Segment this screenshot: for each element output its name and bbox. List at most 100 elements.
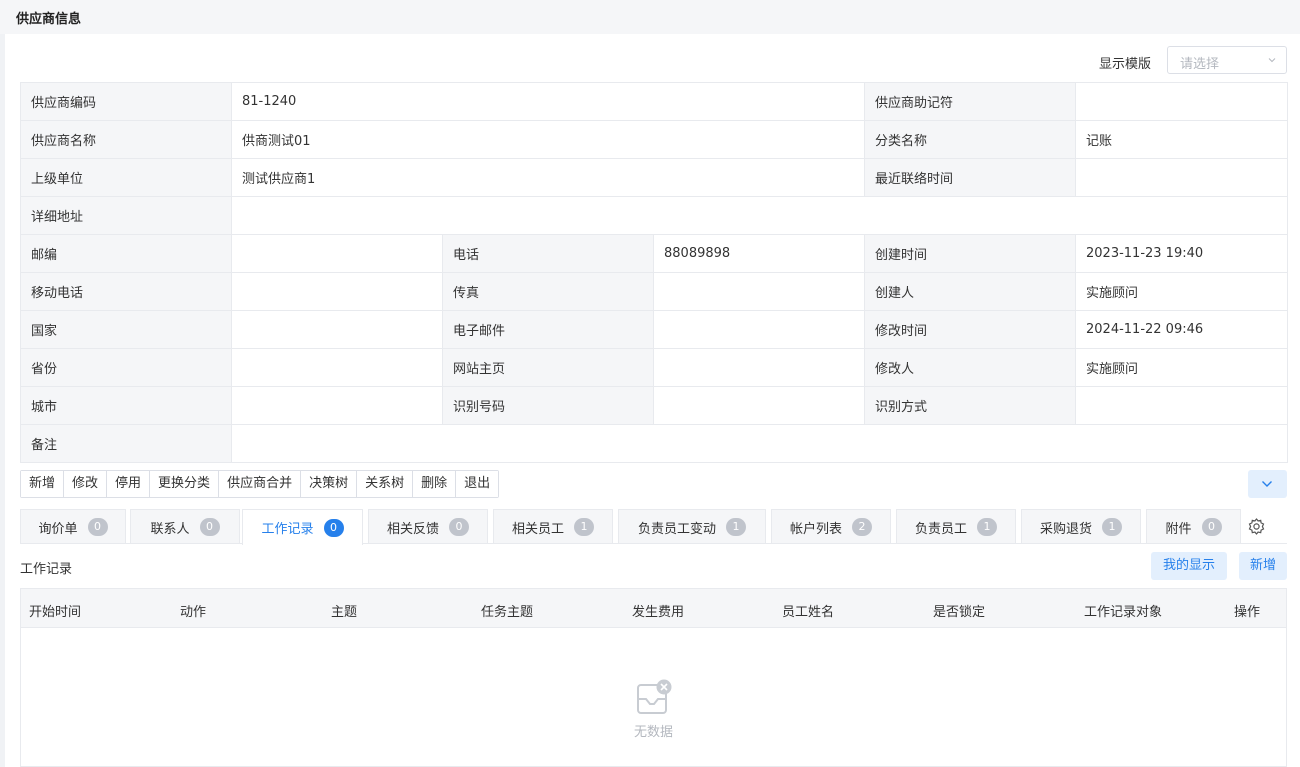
column-header[interactable]: 开始时间 bbox=[29, 601, 81, 620]
tab-label: 询价单 bbox=[38, 521, 78, 537]
supplier-code-value: 81-1240 bbox=[231, 82, 865, 121]
tab-count-badge: 0 bbox=[323, 518, 344, 537]
tab-feedback[interactable]: 相关反馈 0 bbox=[368, 509, 488, 544]
creator-label: 创建人 bbox=[864, 272, 1076, 311]
supplier-name-label: 供应商名称 bbox=[20, 120, 232, 159]
edit-button[interactable]: 修改 bbox=[64, 471, 108, 497]
phone-label: 电话 bbox=[442, 234, 654, 273]
tab-count-badge: 0 bbox=[1201, 518, 1222, 536]
modified-value: 2024-11-22 09:46 bbox=[1075, 310, 1288, 349]
supplier-info-table: 供应商编码 81-1240 供应商助记符 供应商名称 供商测试01 分类名称 记… bbox=[20, 82, 1288, 463]
city-label: 城市 bbox=[20, 386, 232, 425]
website-value bbox=[653, 348, 865, 387]
tab-count-badge: 0 bbox=[199, 518, 220, 536]
detail-tabs: 询价单 0 联系人 0 工作记录 0 相关反馈 0 相关员工 1 负责员工变动 1 帐户列表… bbox=[20, 509, 1287, 545]
tab-label: 负责员工 bbox=[914, 521, 967, 537]
creator-value: 实施顾问 bbox=[1075, 272, 1288, 311]
supplier-code-label: 供应商编码 bbox=[20, 82, 232, 121]
main-panel: 显示模版 请选择 供应商编码 81-1240 供应商助记符 供应商名称 供商测试… bbox=[5, 34, 1300, 767]
page-header: 供应商信息 bbox=[0, 0, 1300, 34]
decision-tree-button[interactable]: 决策树 bbox=[301, 471, 358, 497]
fax-value bbox=[653, 272, 865, 311]
action-toolbar: 新增 修改 停用 更换分类 供应商合并 决策树 关系树 删除 退出 bbox=[20, 470, 500, 498]
email-label: 电子邮件 bbox=[442, 310, 654, 349]
empty-state: 无数据 bbox=[21, 679, 1286, 740]
collapse-button[interactable] bbox=[1248, 470, 1287, 498]
remark-value bbox=[231, 424, 1288, 463]
merge-supplier-button[interactable]: 供应商合并 bbox=[219, 471, 302, 497]
id-method-label: 识别方式 bbox=[864, 386, 1076, 425]
add-button[interactable]: 新增 bbox=[21, 471, 65, 497]
tab-contacts[interactable]: 联系人 0 bbox=[130, 509, 240, 544]
template-select[interactable]: 请选择 bbox=[1167, 46, 1287, 74]
column-header[interactable]: 员工姓名 bbox=[782, 601, 834, 620]
remark-label: 备注 bbox=[20, 424, 232, 463]
address-label: 详细地址 bbox=[20, 196, 232, 235]
mnemonic-value bbox=[1075, 82, 1288, 121]
tab-label: 相关反馈 bbox=[386, 521, 439, 537]
id-number-value bbox=[653, 386, 865, 425]
fax-label: 传真 bbox=[442, 272, 654, 311]
tab-responsible-staff[interactable]: 负责员工 1 bbox=[896, 509, 1016, 544]
chevron-down-icon bbox=[1262, 481, 1272, 487]
tab-work-records[interactable]: 工作记录 0 bbox=[242, 509, 363, 545]
zip-value bbox=[231, 234, 443, 273]
tab-label: 相关员工 bbox=[511, 521, 564, 537]
tab-related-staff[interactable]: 相关员工 1 bbox=[493, 509, 613, 544]
tab-count-badge: 1 bbox=[1102, 518, 1122, 536]
gear-icon bbox=[1248, 518, 1265, 535]
change-category-button[interactable]: 更换分类 bbox=[150, 471, 220, 497]
tab-count-badge: 1 bbox=[726, 518, 746, 536]
exit-button[interactable]: 退出 bbox=[456, 471, 499, 497]
column-header[interactable]: 工作记录对象 bbox=[1084, 601, 1162, 620]
tab-label: 帐户列表 bbox=[789, 521, 842, 537]
mobile-value bbox=[231, 272, 443, 311]
tab-divider bbox=[20, 543, 1287, 544]
tab-inquiry[interactable]: 询价单 0 bbox=[20, 509, 126, 544]
tab-count-badge: 0 bbox=[449, 518, 469, 536]
id-number-label: 识别号码 bbox=[442, 386, 654, 425]
no-data-icon bbox=[636, 679, 671, 714]
province-value bbox=[231, 348, 443, 387]
tab-settings-button[interactable] bbox=[1241, 509, 1272, 544]
column-header[interactable]: 操作 bbox=[1234, 601, 1260, 620]
tab-label: 附件 bbox=[1165, 521, 1192, 537]
category-label: 分类名称 bbox=[864, 120, 1076, 159]
worklog-grid: 开始时间 动作 主题 任务主题 发生费用 员工姓名 是否锁定 工作记录对象 操作… bbox=[20, 588, 1287, 767]
id-method-value bbox=[1075, 386, 1288, 425]
tab-accounts[interactable]: 帐户列表 2 bbox=[771, 509, 891, 544]
tab-label: 联系人 bbox=[150, 521, 190, 537]
modified-label: 修改时间 bbox=[864, 310, 1076, 349]
column-header[interactable]: 任务主题 bbox=[481, 601, 533, 620]
column-header[interactable]: 是否锁定 bbox=[933, 601, 985, 620]
tab-purchase-returns[interactable]: 采购退货 1 bbox=[1021, 509, 1141, 544]
modifier-value: 实施顾问 bbox=[1075, 348, 1288, 387]
city-value bbox=[231, 386, 443, 425]
my-display-button[interactable]: 我的显示 bbox=[1151, 552, 1227, 580]
parent-value: 测试供应商1 bbox=[231, 158, 865, 197]
country-label: 国家 bbox=[20, 310, 232, 349]
worklog-title: 工作记录 bbox=[20, 562, 73, 577]
address-value bbox=[231, 196, 1288, 235]
tab-attachments[interactable]: 附件 0 bbox=[1146, 509, 1241, 544]
email-value bbox=[653, 310, 865, 349]
tab-count-badge: 1 bbox=[574, 518, 594, 536]
tab-staff-changes[interactable]: 负责员工变动 1 bbox=[618, 509, 766, 544]
modifier-label: 修改人 bbox=[864, 348, 1076, 387]
tab-count-badge: 0 bbox=[87, 518, 108, 536]
supplier-name-value: 供商测试01 bbox=[231, 120, 865, 159]
column-header[interactable]: 主题 bbox=[331, 601, 357, 620]
country-value bbox=[231, 310, 443, 349]
template-select-placeholder: 请选择 bbox=[1180, 57, 1220, 72]
page-title: 供应商信息 bbox=[16, 12, 82, 27]
empty-text: 无数据 bbox=[633, 725, 673, 740]
delete-button[interactable]: 删除 bbox=[413, 471, 457, 497]
phone-value: 88089898 bbox=[653, 234, 865, 273]
disable-button[interactable]: 停用 bbox=[107, 471, 151, 497]
relation-tree-button[interactable]: 关系树 bbox=[357, 471, 414, 497]
website-label: 网站主页 bbox=[442, 348, 654, 387]
last-contact-label: 最近联络时间 bbox=[864, 158, 1076, 197]
column-header[interactable]: 动作 bbox=[180, 601, 206, 620]
column-header[interactable]: 发生费用 bbox=[632, 601, 684, 620]
worklog-add-button[interactable]: 新增 bbox=[1239, 552, 1287, 580]
